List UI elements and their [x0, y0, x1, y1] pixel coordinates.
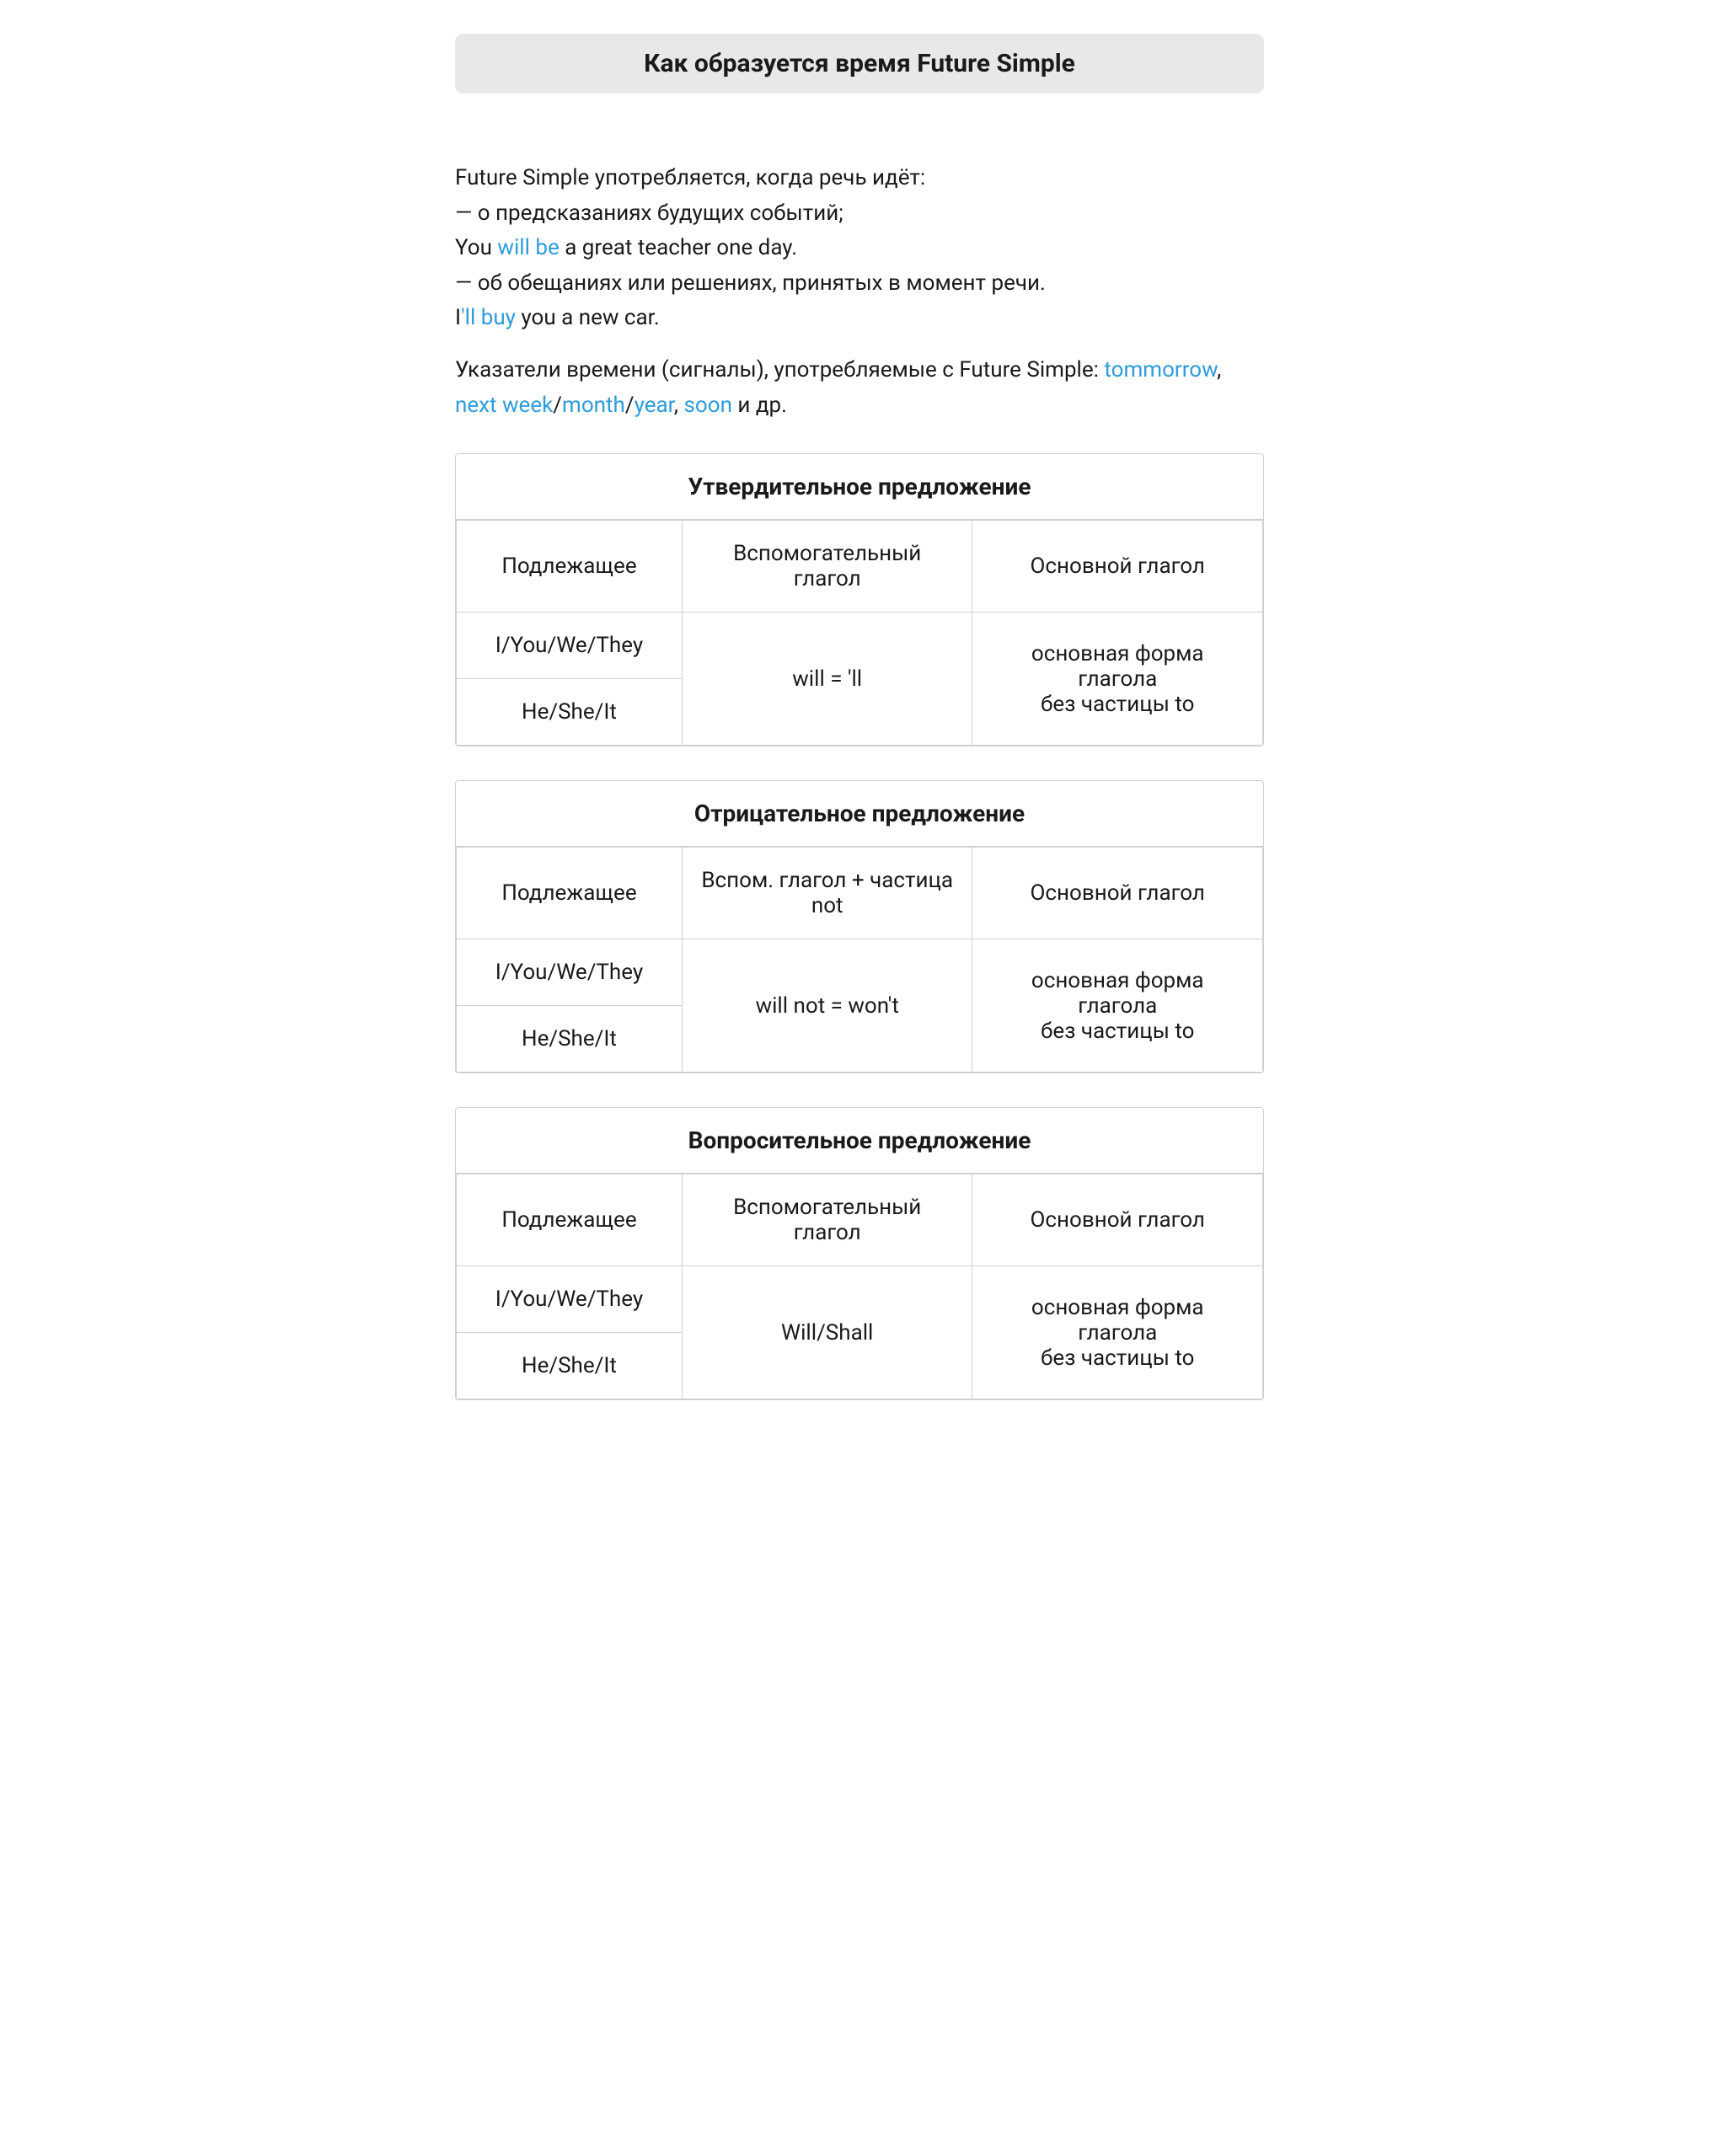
affirmative-aux-verb: will = 'll: [682, 613, 972, 746]
intro-section: Future Simple употребляется, когда речь …: [455, 161, 1264, 423]
negative-header-aux: Вспом. глагол + частица not: [682, 848, 972, 939]
affirmative-section: Утвердительное предложение Подлежащее Вс…: [455, 453, 1264, 746]
affirmative-data-row: I/You/We/They He/She/It will = 'll основ…: [457, 613, 1263, 746]
intro-line3-suffix: a great teacher one day.: [560, 235, 797, 260]
interrogative-header-row: Подлежащее Вспомогательный глагол Основн…: [457, 1174, 1263, 1266]
negative-subject-bottom: He/She/It: [457, 1006, 682, 1072]
interrogative-main-verb: основная форма глагола без частицы to: [972, 1266, 1263, 1399]
interrogative-header-subject: Подлежащее: [457, 1174, 683, 1266]
intro-line5: I'll buy you a new car.: [455, 301, 1264, 336]
affirmative-subjects: I/You/We/They He/She/It: [457, 613, 683, 746]
negative-header-row: Подлежащее Вспом. глагол + частица not О…: [457, 848, 1263, 939]
interrogative-table: Подлежащее Вспомогательный глагол Основн…: [456, 1174, 1263, 1399]
affirmative-header-main: Основной глагол: [972, 521, 1263, 613]
negative-title: Отрицательное предложение: [456, 781, 1263, 847]
interrogative-data-row: I/You/We/They He/She/It Will/Shall основ…: [457, 1266, 1263, 1399]
intro-line5-suffix: you a new car.: [516, 305, 660, 330]
affirmative-subject-bottom: He/She/It: [457, 679, 682, 745]
ll-buy-highlight: 'll buy: [461, 305, 516, 330]
negative-header-subject: Подлежащее: [457, 848, 683, 939]
affirmative-main-verb: основная форма глагола без частицы to: [972, 613, 1263, 746]
interrogative-header-aux: Вспомогательный глагол: [682, 1174, 972, 1266]
interrogative-section: Вопросительное предложение Подлежащее Вс…: [455, 1107, 1264, 1400]
negative-header-main: Основной глагол: [972, 848, 1263, 939]
negative-subjects: I/You/We/They He/She/It: [457, 939, 683, 1073]
interrogative-title: Вопросительное предложение: [456, 1108, 1263, 1174]
interrogative-header-main: Основной глагол: [972, 1174, 1263, 1266]
affirmative-title: Утвердительное предложение: [456, 454, 1263, 520]
affirmative-header-row: Подлежащее Вспомогательный глагол Основн…: [457, 521, 1263, 613]
negative-section: Отрицательное предложение Подлежащее Всп…: [455, 780, 1264, 1073]
negative-data-row: I/You/We/They He/She/It will not = won't…: [457, 939, 1263, 1073]
affirmative-table: Подлежащее Вспомогательный глагол Основн…: [456, 520, 1263, 746]
interrogative-aux-verb: Will/Shall: [682, 1266, 972, 1399]
page-title: Как образуется время Future Simple: [455, 34, 1264, 94]
intro-line6: Указатели времени (сигналы), употребляем…: [455, 353, 1264, 423]
affirmative-header-subject: Подлежащее: [457, 521, 683, 613]
intro-line3: You will be a great teacher one day.: [455, 231, 1264, 266]
intro-line1: Future Simple употребляется, когда речь …: [455, 161, 1264, 196]
interrogative-subjects: I/You/We/They He/She/It: [457, 1266, 683, 1399]
intro-line4: — об обещаниях или решениях, принятых в …: [455, 266, 1264, 302]
negative-aux-verb: will not = won't: [682, 939, 972, 1073]
will-be-highlight: will be: [497, 235, 559, 260]
intro-line3-prefix: You: [455, 235, 497, 260]
interrogative-subject-bottom: He/She/It: [457, 1333, 682, 1399]
intro-line2: — о предсказаниях будущих событий;: [455, 196, 1264, 232]
affirmative-subject-top: I/You/We/They: [457, 613, 682, 679]
negative-subject-top: I/You/We/They: [457, 939, 682, 1006]
negative-main-verb: основная форма глагола без частицы to: [972, 939, 1263, 1073]
negative-table: Подлежащее Вспом. глагол + частица not О…: [456, 847, 1263, 1073]
interrogative-subject-top: I/You/We/They: [457, 1266, 682, 1333]
affirmative-header-aux: Вспомогательный глагол: [682, 521, 972, 613]
